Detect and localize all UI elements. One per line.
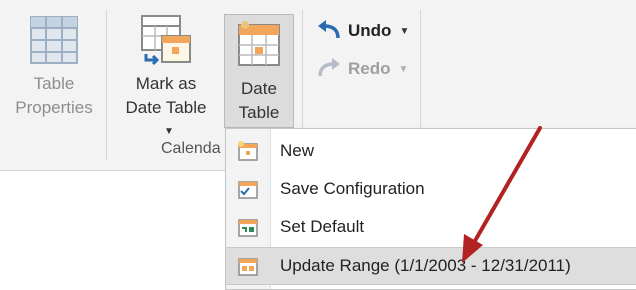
table-properties-label-2: Properties xyxy=(15,98,93,117)
mark-as-label-1: Mark as xyxy=(135,74,197,93)
undo-icon xyxy=(318,20,340,39)
undo-label: Undo xyxy=(348,21,392,40)
menu-item-save-configuration[interactable]: Save Configuration xyxy=(226,171,636,207)
redo-icon xyxy=(318,58,340,77)
menu-item-new-label: New xyxy=(280,141,315,160)
update-range-icon xyxy=(238,258,258,276)
set-default-icon xyxy=(238,219,258,237)
table-grid-icon xyxy=(30,16,78,64)
save-config-icon xyxy=(238,181,258,199)
menu-item-update-range[interactable]: Update Range (1/1/2003 - 12/31/2011) xyxy=(226,247,636,285)
menu-item-new[interactable]: New xyxy=(226,133,636,169)
new-calendar-icon xyxy=(238,141,258,161)
menu-item-update-range-label: Update Range (1/1/2003 - 12/31/2011) xyxy=(280,256,571,275)
menu-item-set-default-label: Set Default xyxy=(280,217,365,236)
table-properties-button[interactable]: Table Properties xyxy=(8,14,100,144)
chevron-down-icon: ▼ xyxy=(398,63,409,75)
mark-as-label-2: Date Table ▼ xyxy=(112,96,220,144)
date-table-label-1: Date xyxy=(241,79,277,98)
group-separator xyxy=(420,10,421,130)
mark-as-date-table-button[interactable]: Mark as Date Table ▼ xyxy=(112,14,220,144)
redo-label: Redo xyxy=(348,59,391,78)
date-table-label-2-text: Table xyxy=(238,103,280,122)
date-table-button[interactable]: Date Table▼ xyxy=(224,14,294,142)
redo-button[interactable]: Redo ▼ xyxy=(316,58,408,80)
calendar-mark-icon xyxy=(141,15,191,66)
menu-item-save-configuration-label: Save Configuration xyxy=(280,179,425,198)
table-properties-label-1: Table xyxy=(33,74,75,93)
group-separator xyxy=(106,10,107,160)
menu-item-set-default[interactable]: Set Default xyxy=(226,209,636,245)
calendar-table-icon xyxy=(238,21,280,66)
mark-as-label-2-text: Date Table xyxy=(125,98,207,117)
calendar-group-label: Calenda xyxy=(161,140,221,157)
undo-button[interactable]: Undo ▼ xyxy=(316,20,409,42)
chevron-down-icon: ▼ xyxy=(399,25,410,37)
date-table-dropdown-menu: New Save Configuration Set Default Updat… xyxy=(225,128,636,290)
